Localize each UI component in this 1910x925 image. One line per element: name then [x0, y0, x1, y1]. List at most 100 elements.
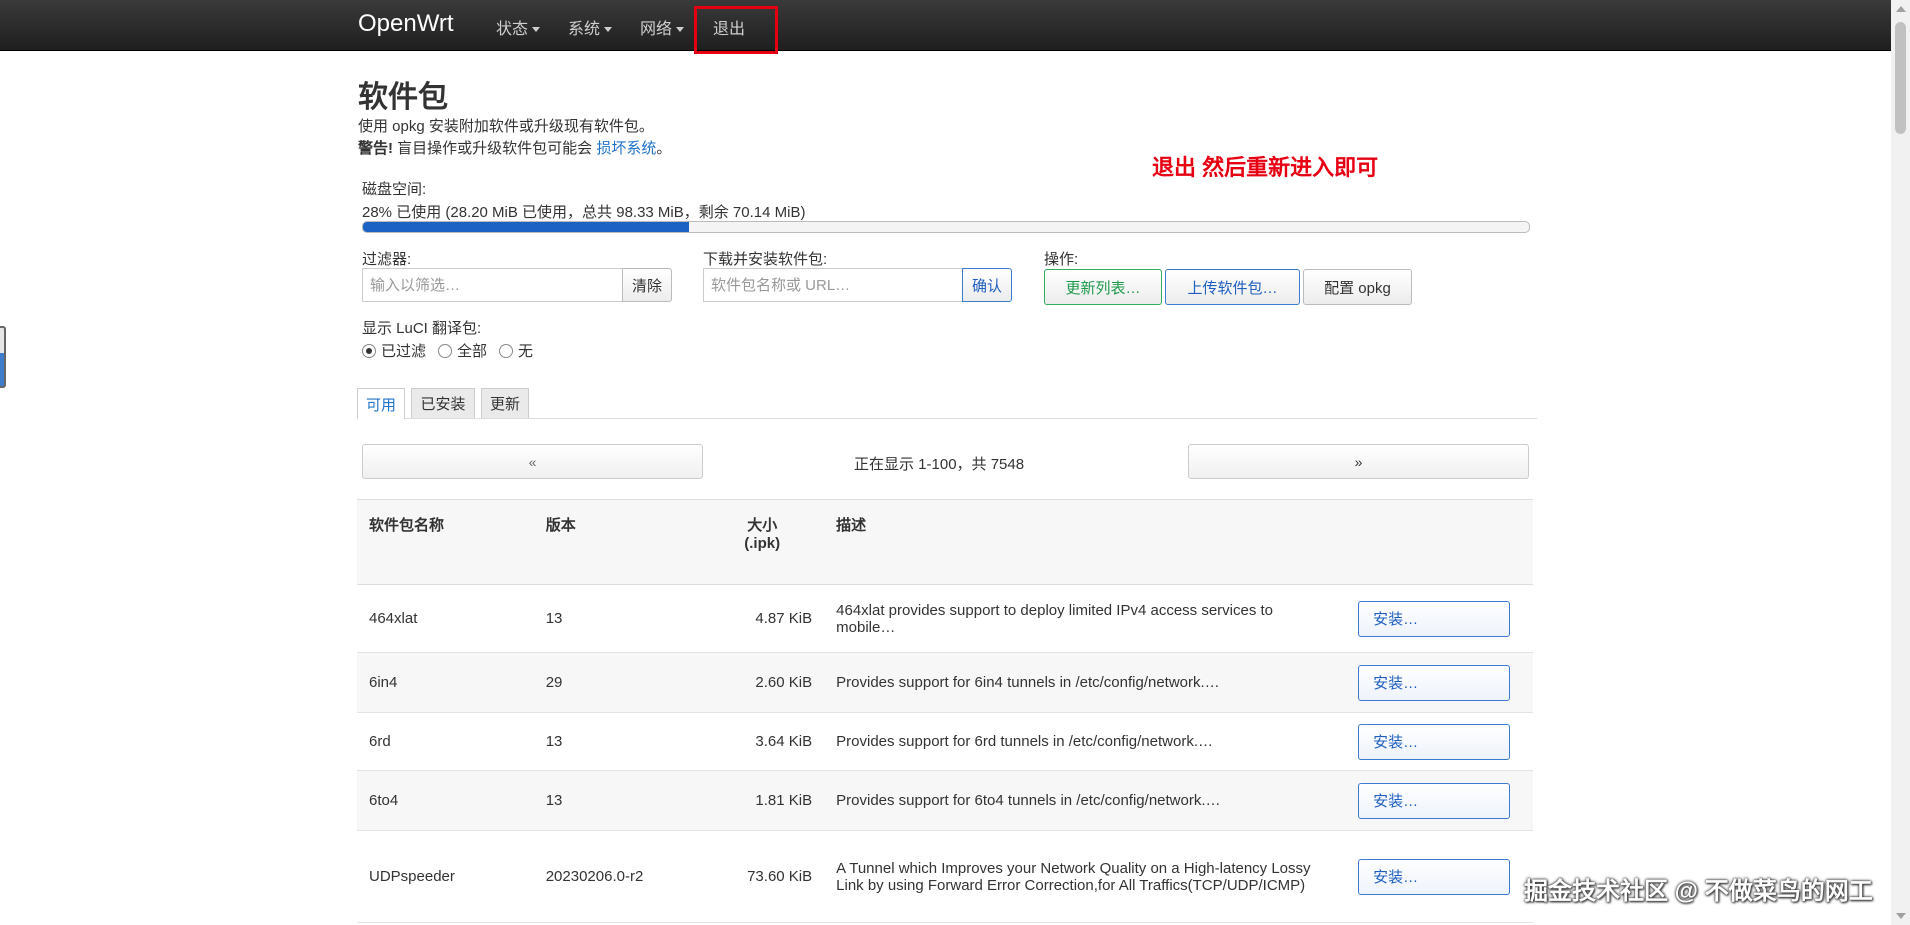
package-action: 安装…: [1346, 770, 1533, 831]
pager-status: 正在显示 1-100，共 7548: [854, 456, 1025, 473]
header-description: 描述: [824, 499, 1347, 585]
package-description: Provides support for 6to4 tunnels in /et…: [824, 770, 1347, 831]
upload-package-button[interactable]: 上传软件包…: [1165, 269, 1300, 305]
package-name: 6in4: [357, 652, 534, 713]
clear-filter-button[interactable]: 清除: [622, 268, 672, 302]
warning-prefix: 警告!: [358, 140, 393, 157]
package-description: A Tunnel which Improves your Network Qua…: [824, 830, 1347, 923]
package-size: 2.60 KiB: [700, 652, 825, 713]
package-size: 1.81 KiB: [700, 770, 825, 831]
tab-installed[interactable]: 已安装: [411, 388, 475, 418]
package-size: 4.87 KiB: [700, 584, 825, 653]
header-size-line2: (.ipk): [744, 535, 781, 552]
header-size-line1: 大小: [747, 517, 778, 534]
table-row: 6to4 13 1.81 KiB Provides support for 6t…: [357, 770, 1533, 831]
page-description: 使用 opkg 安装附加软件或升级现有软件包。: [358, 118, 654, 135]
disk-usage-bar: [362, 221, 1530, 233]
header-action: [1346, 499, 1533, 585]
package-size: 3.64 KiB: [700, 712, 825, 771]
radio-filtered-label: 已过滤: [381, 343, 427, 360]
nav-menu-system-label: 系统: [568, 21, 601, 38]
table-row: UDPspeeder 20230206.0-r2 73.60 KiB A Tun…: [357, 830, 1533, 923]
page-title: 软件包: [358, 81, 448, 114]
update-lists-button[interactable]: 更新列表…: [1044, 269, 1162, 305]
pager-prev-button[interactable]: «: [362, 444, 703, 479]
confirm-download-button[interactable]: 确认: [962, 268, 1012, 302]
header-name: 软件包名称: [357, 499, 534, 585]
chevron-down-icon: [532, 27, 541, 33]
package-description: 464xlat provides support to deploy limit…: [824, 584, 1347, 653]
translations-label: 显示 LuCI 翻译包:: [362, 320, 482, 337]
table-row: 6in4 29 2.60 KiB Provides support for 6i…: [357, 652, 1533, 713]
radio-button[interactable]: [499, 343, 514, 358]
vertical-scrollbar[interactable]: [1891, 0, 1910, 925]
package-name: UDPspeeder: [357, 830, 534, 923]
disk-space-label: 磁盘空间:: [362, 181, 427, 198]
break-system-link[interactable]: 损坏系统: [596, 140, 656, 157]
scroll-thumb[interactable]: [1895, 22, 1906, 134]
actions-label: 操作:: [1044, 251, 1079, 268]
package-action: 安装…: [1346, 652, 1533, 713]
header-size: 大小 (.ipk): [700, 499, 825, 585]
scroll-up-icon[interactable]: [1896, 6, 1906, 12]
watermark: 掘金技术社区 @ 不做菜鸟的网工: [1524, 878, 1873, 905]
package-url-input[interactable]: [703, 268, 964, 302]
install-button[interactable]: 安装…: [1358, 664, 1511, 701]
radio-button[interactable]: [438, 343, 453, 358]
disk-usage-fill: [363, 222, 690, 232]
chevron-down-icon: [604, 27, 613, 33]
logout-highlight-box: [694, 6, 778, 54]
package-description: Provides support for 6in4 tunnels in /et…: [824, 652, 1347, 713]
top-navbar: OpenWrt 状态 系统 网络 退出: [0, 0, 1891, 51]
brand-logo[interactable]: OpenWrt: [358, 10, 454, 38]
package-size: 73.60 KiB: [700, 830, 825, 923]
download-label: 下载并安装软件包:: [703, 251, 828, 268]
filter-input[interactable]: [362, 268, 624, 302]
radio-filtered[interactable]: 已过滤: [362, 340, 426, 361]
translations-radio-group: 已过滤 全部 无: [362, 340, 545, 361]
filter-label: 过滤器:: [362, 251, 412, 268]
package-version: 20230206.0-r2: [533, 830, 701, 923]
package-version: 29: [533, 652, 701, 713]
package-action: 安装…: [1346, 830, 1533, 923]
radio-all[interactable]: 全部: [438, 340, 487, 361]
package-name: 6to4: [357, 770, 534, 831]
pager-next-button[interactable]: »: [1188, 444, 1529, 479]
chevron-down-icon: [676, 27, 685, 33]
radio-none[interactable]: 无: [499, 340, 533, 361]
nav-menu-status[interactable]: 状态: [496, 15, 541, 39]
disk-usage-text: 28% 已使用 (28.20 MiB 已使用，总共 98.33 MiB，剩余 7…: [362, 204, 806, 221]
nav-menu-status-label: 状态: [496, 21, 529, 38]
install-button[interactable]: 安装…: [1358, 782, 1511, 819]
nav-menu-network[interactable]: 网络: [640, 15, 685, 39]
header-version: 版本: [533, 499, 701, 585]
tab-available[interactable]: 可用: [357, 388, 405, 419]
package-name: 464xlat: [357, 584, 534, 653]
package-tabs: 可用 已安装 更新: [357, 388, 1537, 419]
scroll-down-icon[interactable]: [1896, 913, 1906, 919]
side-panel-handle[interactable]: [0, 326, 6, 388]
install-button[interactable]: 安装…: [1358, 723, 1511, 760]
package-action: 安装…: [1346, 584, 1533, 653]
package-version: 13: [533, 770, 701, 831]
annotation-note: 退出 然后重新进入即可: [1152, 155, 1379, 180]
radio-none-label: 无: [518, 343, 534, 360]
package-version: 13: [533, 712, 701, 771]
warning-text: 盲目操作或升级软件包可能会: [393, 140, 597, 157]
table-header-row: 软件包名称 版本 大小 (.ipk) 描述: [357, 499, 1533, 585]
tab-updates[interactable]: 更新: [481, 388, 529, 418]
packages-table: 软件包名称 版本 大小 (.ipk) 描述 464xlat 13 4.87 KiB…: [357, 499, 1533, 923]
table-row: 6rd 13 3.64 KiB Provides support for 6rd…: [357, 712, 1533, 771]
nav-menu-system[interactable]: 系统: [568, 15, 613, 39]
package-version: 13: [533, 584, 701, 653]
page-warning: 警告! 盲目操作或升级软件包可能会 损坏系统。: [358, 137, 671, 158]
radio-all-label: 全部: [457, 343, 488, 360]
package-description: Provides support for 6rd tunnels in /etc…: [824, 712, 1347, 771]
install-button[interactable]: 安装…: [1358, 858, 1511, 895]
radio-button-checked[interactable]: [362, 343, 376, 358]
package-name: 6rd: [357, 712, 534, 771]
configure-opkg-button[interactable]: 配置 opkg: [1303, 269, 1412, 305]
table-row: 464xlat 13 4.87 KiB 464xlat provides sup…: [357, 584, 1533, 653]
package-action: 安装…: [1346, 712, 1533, 771]
install-button[interactable]: 安装…: [1358, 600, 1511, 637]
